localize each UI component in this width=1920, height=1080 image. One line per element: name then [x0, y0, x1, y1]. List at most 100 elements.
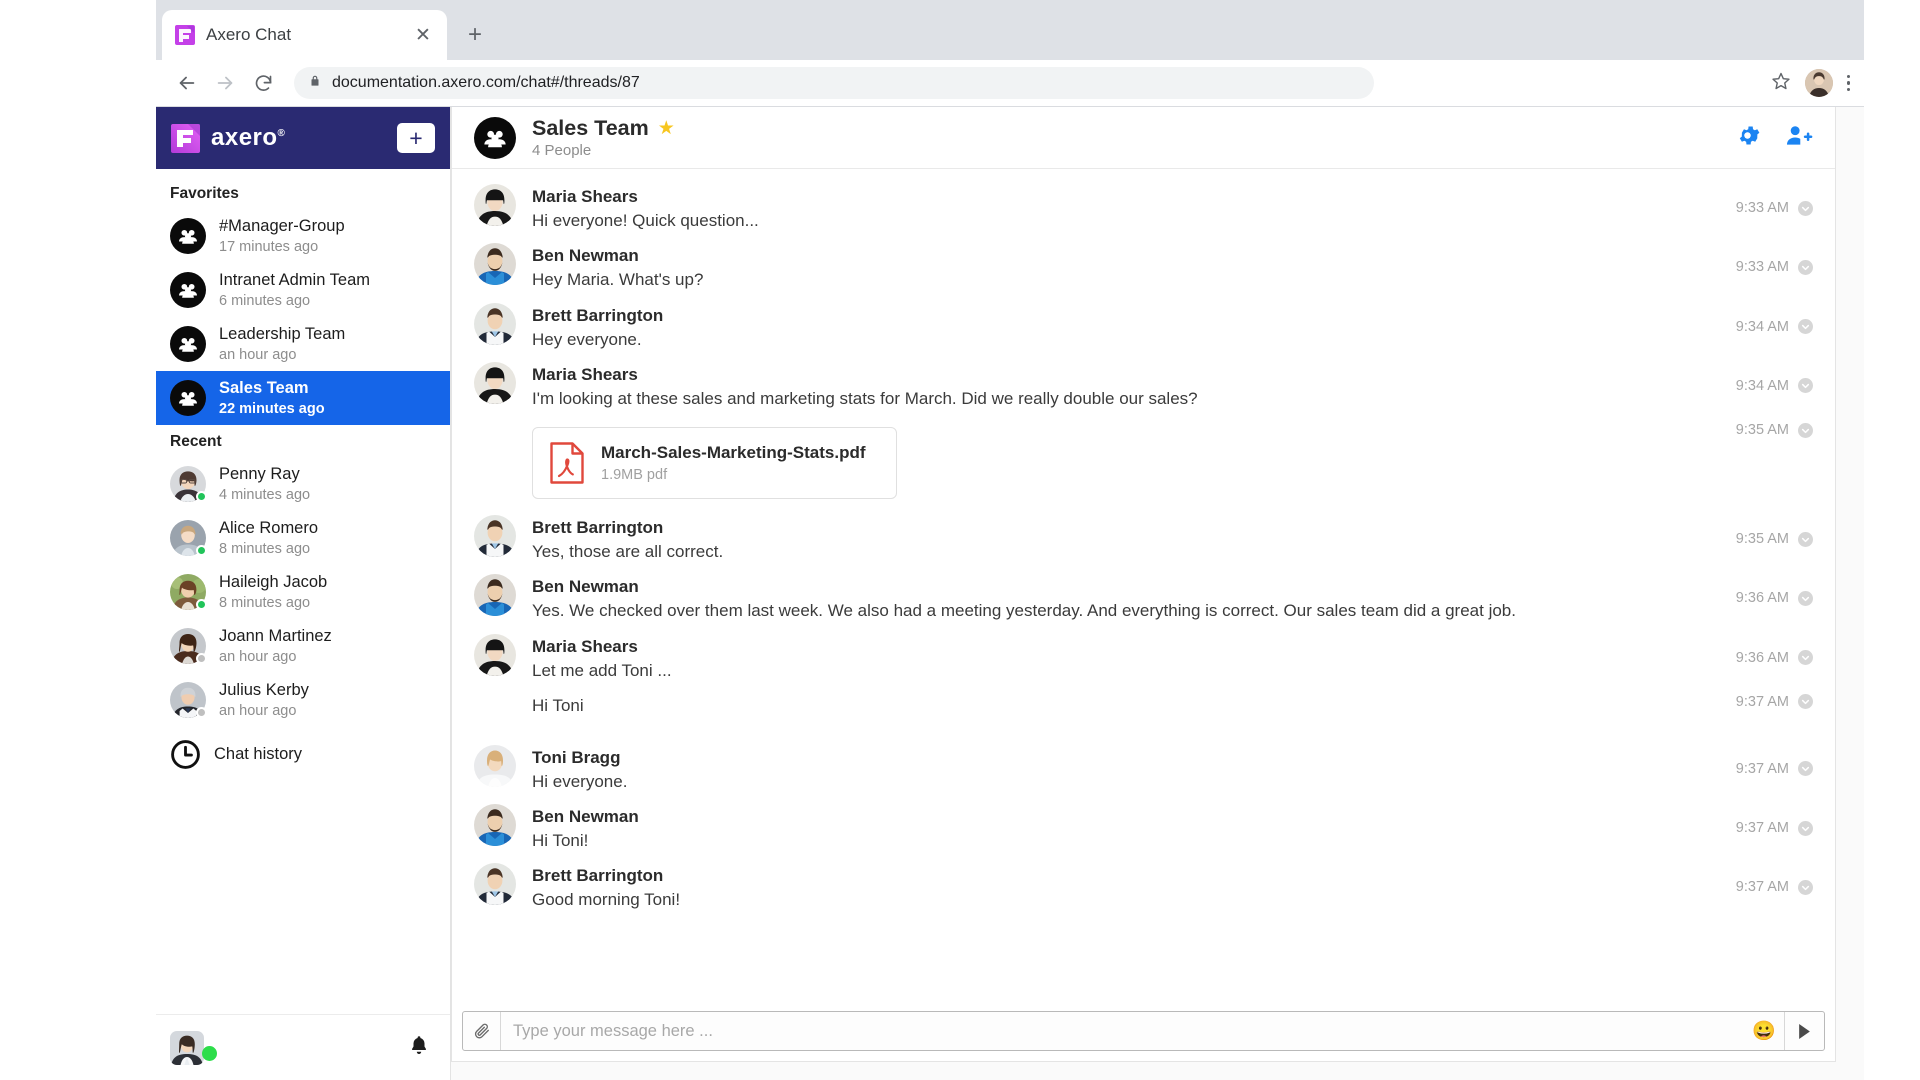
bell-icon[interactable]	[408, 1033, 430, 1062]
message-body: Ben Newman Yes. We checked over them las…	[532, 574, 1718, 623]
message-meta: 9:37 AM	[1736, 745, 1813, 777]
back-button[interactable]	[170, 66, 204, 100]
star-filled-icon[interactable]: ★	[658, 119, 675, 138]
sidebar-footer	[156, 1014, 450, 1080]
delivered-icon	[1798, 591, 1813, 606]
avatar	[474, 634, 516, 676]
sidebar-item-alice-romero[interactable]: Alice Romero 8 minutes ago	[156, 511, 450, 565]
send-button[interactable]	[1784, 1012, 1824, 1050]
message-meta: 9:33 AM	[1736, 243, 1813, 275]
sidebar-item-sales-team[interactable]: Sales Team 22 minutes ago	[156, 371, 450, 425]
message-time: 9:33 AM	[1736, 259, 1789, 275]
sidebar-item-manager-group[interactable]: #Manager-Group 17 minutes ago	[156, 209, 450, 263]
sidebar-item-leadership-team[interactable]: Leadership Team an hour ago	[156, 317, 450, 371]
avatar	[170, 466, 206, 502]
message-author: Maria Shears	[532, 365, 638, 384]
sidebar-item-text: Sales Team 22 minutes ago	[219, 378, 325, 418]
add-person-icon[interactable]	[1786, 123, 1813, 153]
avatar	[170, 628, 206, 664]
message-row: Ben Newman Hi Toni! 9:37 AM	[452, 799, 1835, 858]
file-attachment-card[interactable]: March-Sales-Marketing-Stats.pdf 1.9MB pd…	[532, 427, 897, 499]
sidebar-list: Favorites	[156, 169, 450, 1014]
delivered-icon	[1798, 423, 1813, 438]
delivered-icon	[1798, 532, 1813, 547]
message-text: Hi everyone! Quick question...	[532, 211, 759, 230]
kebab-menu-icon[interactable]	[1847, 75, 1851, 92]
sidebar-item-title: Joann Martinez	[219, 626, 332, 647]
sidebar-item-haileigh-jacob[interactable]: Haileigh Jacob 8 minutes ago	[156, 565, 450, 619]
message-body: Ben Newman Hey Maria. What's up?	[532, 243, 1718, 292]
delivered-icon	[1798, 694, 1813, 709]
file-info: March-Sales-Marketing-Stats.pdf 1.9MB pd…	[601, 441, 866, 485]
chat-title-line: Sales Team ★	[532, 116, 675, 141]
delivered-icon	[1798, 821, 1813, 836]
message-text: I'm looking at these sales and marketing…	[532, 389, 1198, 408]
message-row: Ben Newman Hey Maria. What's up? 9:33 AM	[452, 238, 1835, 297]
message-time: 9:35 AM	[1736, 422, 1789, 438]
page-left-gutter	[0, 0, 156, 1080]
message-row: Maria Shears Let me add Toni ... 9:36 AM	[452, 629, 1835, 688]
message-time: 9:34 AM	[1736, 378, 1789, 394]
current-user-avatar[interactable]	[170, 1031, 204, 1065]
sidebar-item-chat-history[interactable]: Chat history	[156, 727, 450, 782]
chat-header-actions	[1735, 123, 1813, 153]
message-author: Maria Shears	[532, 187, 638, 206]
new-tab-button[interactable]: +	[455, 15, 495, 55]
user-avatar-icon[interactable]	[1805, 69, 1833, 97]
sidebar-item-time: 17 minutes ago	[219, 238, 345, 256]
message-body: Brett Barrington Hey everyone.	[532, 303, 1718, 352]
sidebar-brand-bar: axero® +	[156, 107, 450, 169]
close-icon[interactable]: ✕	[411, 23, 435, 47]
chat-panel: Sales Team ★ 4 People	[451, 107, 1836, 1062]
delivered-icon	[1798, 761, 1813, 776]
axero-logo-icon	[171, 124, 200, 153]
gear-icon[interactable]	[1735, 123, 1760, 153]
sidebar-item-title: Sales Team	[219, 378, 325, 399]
message-time: 9:33 AM	[1736, 200, 1789, 216]
group-icon	[170, 218, 206, 254]
avatar	[474, 804, 516, 846]
reload-button[interactable]	[246, 66, 280, 100]
message-time: 9:37 AM	[1736, 761, 1789, 777]
message-composer: 😀	[462, 1011, 1825, 1051]
presence-indicator	[196, 491, 207, 502]
browser-tabstrip: Axero Chat ✕ +	[156, 0, 1864, 60]
message-meta: 9:37 AM	[1736, 804, 1813, 836]
sidebar-item-title: Haileigh Jacob	[219, 572, 327, 593]
avatar	[474, 574, 516, 616]
page-right-gutter	[1864, 0, 1920, 1080]
message-input[interactable]	[513, 1022, 1732, 1041]
message-text: Hey everyone.	[532, 330, 642, 349]
message-author: Brett Barrington	[532, 518, 663, 537]
sidebar-item-title: Julius Kerby	[219, 680, 309, 701]
browser-tab[interactable]: Axero Chat ✕	[162, 10, 447, 60]
brand: axero®	[171, 124, 285, 153]
address-bar[interactable]: documentation.axero.com/chat#/threads/87	[294, 67, 1374, 99]
sidebar-item-text: Joann Martinez an hour ago	[219, 626, 332, 666]
star-outline-icon[interactable]	[1771, 71, 1791, 96]
file-name: March-Sales-Marketing-Stats.pdf	[601, 443, 866, 462]
sidebar-item-joann-martinez[interactable]: Joann Martinez an hour ago	[156, 619, 450, 673]
message-body: March-Sales-Marketing-Stats.pdf 1.9MB pd…	[532, 421, 1718, 505]
sidebar-item-julius-kerby[interactable]: Julius Kerby an hour ago	[156, 673, 450, 727]
new-chat-button[interactable]: +	[397, 123, 435, 153]
message-time: 9:36 AM	[1736, 650, 1789, 666]
message-row: Brett Barrington Yes, those are all corr…	[452, 510, 1835, 569]
sidebar-item-intranet-admin-team[interactable]: Intranet Admin Team 6 minutes ago	[156, 263, 450, 317]
message-meta: 9:34 AM	[1736, 303, 1813, 335]
message-author: Maria Shears	[532, 637, 638, 656]
presence-indicator	[196, 545, 207, 556]
sidebar-item-penny-ray[interactable]: Penny Ray 4 minutes ago	[156, 457, 450, 511]
sidebar-item-text: Julius Kerby an hour ago	[219, 680, 309, 720]
sidebar-item-text: Leadership Team an hour ago	[219, 324, 345, 364]
message-author: Brett Barrington	[532, 866, 663, 885]
sidebar-item-time: an hour ago	[219, 648, 332, 666]
message-row: Toni Bragg Hi everyone. 9:37 AM	[452, 740, 1835, 799]
chat-header: Sales Team ★ 4 People	[452, 107, 1835, 169]
delivered-icon	[1798, 650, 1813, 665]
smiley-icon[interactable]: 😀	[1744, 1012, 1784, 1050]
forward-button[interactable]	[208, 66, 242, 100]
paperclip-icon[interactable]	[463, 1012, 501, 1050]
page-title: Sales Team	[532, 116, 649, 141]
clock-icon	[170, 739, 201, 770]
